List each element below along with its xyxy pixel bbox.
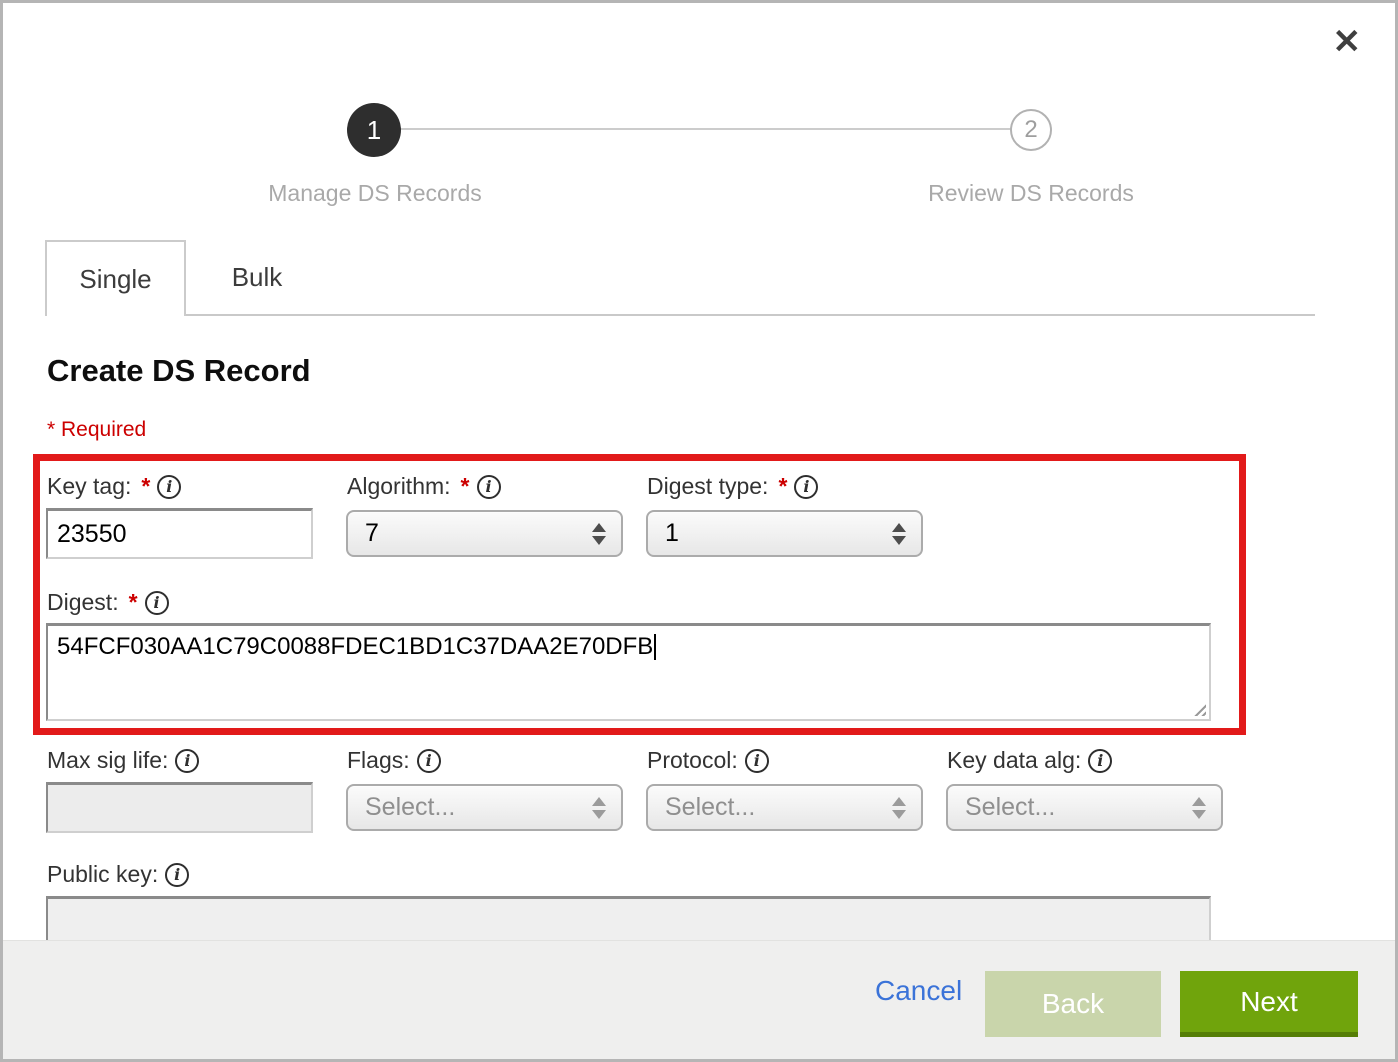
info-icon[interactable]: i xyxy=(165,863,189,887)
max-sig-life-label-text: Max sig life: xyxy=(47,747,168,774)
key-data-alg-label: Key data alg: i xyxy=(947,747,1112,774)
stepper-step-1-label: Manage DS Records xyxy=(215,180,535,207)
digest-type-label-text: Digest type: xyxy=(647,473,768,500)
resize-handle-icon[interactable] xyxy=(1191,701,1206,716)
digest-textarea[interactable]: 54FCF030AA1C79C0088FDEC1BD1C37DAA2E70DFB xyxy=(46,623,1211,721)
required-asterisk: * xyxy=(458,473,470,500)
text-cursor xyxy=(654,634,656,660)
create-ds-record-modal: ✕ 1 2 Manage DS Records Review DS Record… xyxy=(0,0,1398,1062)
select-arrows-icon xyxy=(592,797,606,819)
select-arrows-icon xyxy=(892,797,906,819)
flags-label: Flags: i xyxy=(347,747,441,774)
digest-label: Digest: * i xyxy=(47,589,169,616)
protocol-select-value: Select... xyxy=(665,793,892,822)
key-tag-input[interactable]: 23550 xyxy=(46,508,313,559)
info-icon[interactable]: i xyxy=(1088,749,1112,773)
protocol-label: Protocol: i xyxy=(647,747,769,774)
algorithm-select-value: 7 xyxy=(365,519,592,548)
back-button[interactable]: Back xyxy=(985,971,1161,1037)
select-arrows-icon xyxy=(1192,797,1206,819)
info-icon[interactable]: i xyxy=(157,475,181,499)
key-data-alg-select-value: Select... xyxy=(965,793,1192,822)
tab-bulk[interactable]: Bulk xyxy=(186,240,328,314)
key-tag-label: Key tag: * i xyxy=(47,473,181,500)
digest-type-select[interactable]: 1 xyxy=(646,510,923,557)
public-key-label: Public key: i xyxy=(47,861,189,888)
select-arrows-icon xyxy=(892,523,906,545)
digest-type-select-value: 1 xyxy=(665,519,892,548)
max-sig-life-label: Max sig life: i xyxy=(47,747,199,774)
next-button[interactable]: Next xyxy=(1180,971,1358,1037)
digest-label-text: Digest: xyxy=(47,589,119,616)
info-icon[interactable]: i xyxy=(417,749,441,773)
protocol-label-text: Protocol: xyxy=(647,747,738,774)
tab-strip-divider xyxy=(186,314,1315,316)
info-icon[interactable]: i xyxy=(745,749,769,773)
cancel-button[interactable]: Cancel xyxy=(875,975,962,1007)
algorithm-label-text: Algorithm: xyxy=(347,473,451,500)
stepper-step-2-label: Review DS Records xyxy=(871,180,1191,207)
algorithm-label: Algorithm: * i xyxy=(347,473,501,500)
stepper-connector-line xyxy=(398,128,1013,130)
flags-select[interactable]: Select... xyxy=(346,784,623,831)
stepper-step-2-circle: 2 xyxy=(1010,109,1052,151)
key-data-alg-label-text: Key data alg: xyxy=(947,747,1081,774)
flags-select-value: Select... xyxy=(365,793,592,822)
info-icon[interactable]: i xyxy=(175,749,199,773)
required-note: * Required xyxy=(47,418,146,442)
page-title: Create DS Record xyxy=(47,353,311,389)
close-icon[interactable]: ✕ xyxy=(1333,25,1362,59)
max-sig-life-input[interactable] xyxy=(46,782,313,833)
tab-single[interactable]: Single xyxy=(45,240,186,316)
select-arrows-icon xyxy=(592,523,606,545)
info-icon[interactable]: i xyxy=(145,591,169,615)
key-data-alg-select[interactable]: Select... xyxy=(946,784,1223,831)
key-tag-label-text: Key tag: xyxy=(47,473,131,500)
required-asterisk: * xyxy=(138,473,150,500)
algorithm-select[interactable]: 7 xyxy=(346,510,623,557)
info-icon[interactable]: i xyxy=(477,475,501,499)
protocol-select[interactable]: Select... xyxy=(646,784,923,831)
stepper-step-1-circle: 1 xyxy=(347,103,401,157)
flags-label-text: Flags: xyxy=(347,747,410,774)
info-icon[interactable]: i xyxy=(794,475,818,499)
public-key-label-text: Public key: xyxy=(47,861,158,888)
required-asterisk: * xyxy=(775,473,787,500)
required-asterisk: * xyxy=(126,589,138,616)
digest-textarea-value: 54FCF030AA1C79C0088FDEC1BD1C37DAA2E70DFB xyxy=(57,633,653,660)
digest-type-label: Digest type: * i xyxy=(647,473,818,500)
modal-footer: Cancel Back Next xyxy=(3,940,1395,1059)
